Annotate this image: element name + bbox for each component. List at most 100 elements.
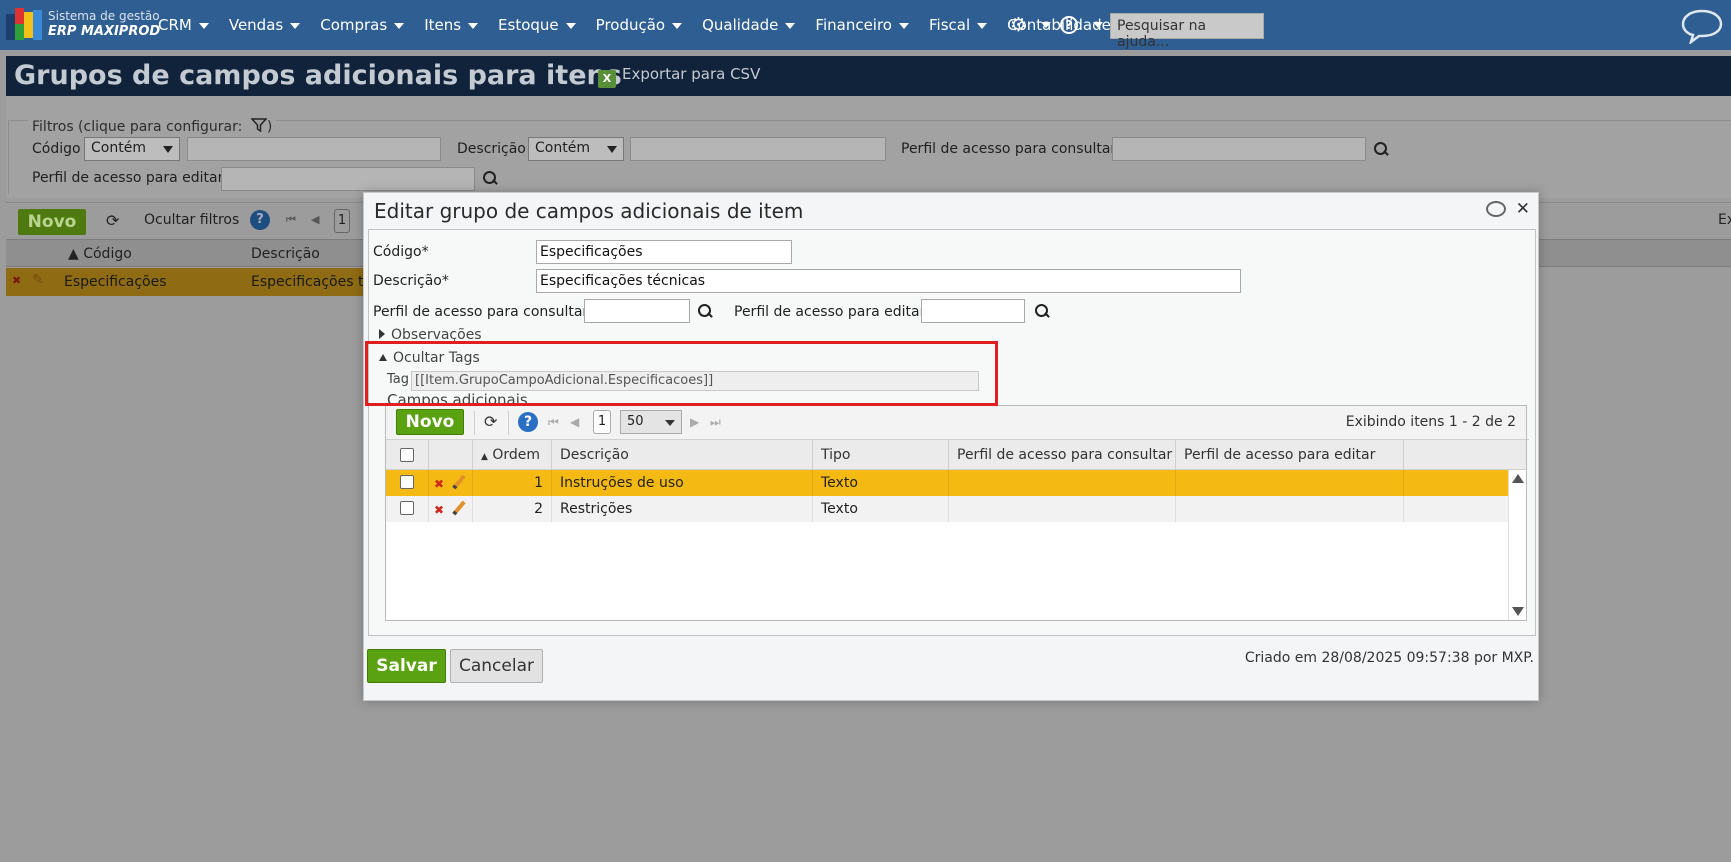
help-search-input[interactable]: Pesquisar na ajuda... [1110,13,1264,50]
menu-qualidade[interactable]: Qualidade [702,16,795,34]
inner-page-number[interactable]: 1 [593,410,611,434]
inner-novo-button[interactable]: Novo [396,409,464,435]
menu-vendas[interactable]: Vendas [229,16,300,34]
filter-icon[interactable] [250,118,268,133]
codigo-input[interactable]: Especificações [536,240,792,264]
chat-icon[interactable] [1680,8,1724,44]
codigo-label: Código* [373,244,429,260]
close-icon[interactable]: ✕ [1516,199,1530,219]
table-row[interactable]: ✖ 2 Restrições Texto [386,496,1508,522]
menu-compras[interactable]: Compras [320,16,404,34]
filters-panel: Filtros (clique para configurar: ) Códig… [6,96,1731,198]
main-row-delete-icon[interactable]: ✖ [12,274,21,287]
refresh-icon[interactable]: ⟳ [106,211,119,230]
first-page-icon[interactable]: ⏮ [286,213,296,227]
logo-line1: Sistema de gestão [48,9,160,23]
menu-itens[interactable]: Itens [424,16,478,34]
descricao-input[interactable]: Especificações técnicas [536,269,1241,293]
scroll-down-icon[interactable] [1512,607,1524,616]
prev-page-icon[interactable]: ◀ [311,213,319,226]
hide-filters-button[interactable]: Ocultar filtros [144,212,239,228]
menu-crm[interactable]: CRM [158,16,209,34]
col-tipo[interactable]: Tipo [813,440,949,470]
help-chevron-down-icon[interactable] [1093,22,1103,28]
filter-perfil-consultar-search-icon[interactable] [1374,142,1388,156]
sort-asc-icon: ▲ [481,452,488,462]
filter-perfil-consultar-label: Perfil de acesso para consultar [901,141,1117,157]
filter-codigo-input[interactable] [187,137,441,161]
delete-icon[interactable]: ✖ [434,471,444,497]
inner-grid-count: Exibindo itens 1 - 2 de 2 [1345,414,1516,430]
gear-icon[interactable]: ⚙ [1010,14,1027,36]
inner-grid-scrollbar[interactable] [1508,470,1526,620]
inner-next-page-icon[interactable]: ▶ [690,415,699,429]
row-checkbox[interactable] [400,475,414,489]
filters-legend-end: ) [266,119,273,135]
inner-last-page-icon[interactable]: ⏭ [710,415,721,430]
menu-fiscal[interactable]: Fiscal [929,16,987,34]
dialog-title: Editar grupo de campos adicionais de ite… [374,199,804,223]
cancel-button[interactable]: Cancelar [450,649,543,683]
filters-legend[interactable]: Filtros (clique para configurar: ) [28,118,277,135]
main-col-codigo[interactable]: ▲ Código [68,246,132,262]
inner-page-size-select[interactable]: 50 [620,410,682,434]
filter-perfil-editar-input[interactable] [221,167,475,191]
main-row-edit-icon[interactable]: ✎ [32,272,44,288]
filter-descricao-input[interactable] [630,137,886,161]
col-perfil-editar[interactable]: Perfil de acesso para editar [1176,440,1404,470]
perfil-editar-search-icon[interactable] [1035,304,1049,318]
logo-line2: ERP MAXIPROD [48,24,161,39]
col-ordem[interactable]: ▲ Ordem [473,440,552,470]
menu-estoque[interactable]: Estoque [498,16,576,34]
scroll-up-icon[interactable] [1512,474,1524,483]
tags-highlight-box [365,341,998,406]
page-header: Grupos de campos adicionais para itens X… [6,56,1731,96]
main-row-descricao: Especificações te [251,274,373,290]
menu-producao[interactable]: Produção [596,16,682,34]
row-descricao: Instruções de uso [552,470,813,496]
perfil-consultar-label: Perfil de acesso para consultar [373,304,589,320]
menu-financeiro[interactable]: Financeiro [815,16,909,34]
select-all-checkbox[interactable] [400,448,414,462]
col-perfil-consultar[interactable]: Perfil de acesso para consultar [949,440,1176,470]
save-button[interactable]: Salvar [367,649,446,683]
filter-descricao-operator-select[interactable]: Contém [528,137,624,161]
edit-pencil-icon[interactable] [452,474,466,490]
main-col-descricao[interactable]: Descrição [251,246,320,262]
filter-perfil-editar-search-icon[interactable] [483,171,497,185]
maxiprod-logo-icon[interactable] [6,8,42,42]
inner-grid-toolbar: Novo ⟳ ? ⏮ ◀ 1 50 ▶ ⏭ Exibindo itens 1 -… [386,406,1526,440]
row-descricao: Restrições [552,496,813,522]
filter-codigo-label: Código [32,141,81,157]
inner-prev-page-icon[interactable]: ◀ [570,415,579,429]
col-descricao[interactable]: Descrição [552,440,813,470]
filter-codigo-operator-select[interactable]: Contém [84,137,180,161]
main-page-number[interactable]: 1 [334,209,350,233]
filter-descricao-label: Descrição [457,141,526,157]
inner-first-page-icon[interactable]: ⏮ [548,415,559,430]
inner-help-icon[interactable]: ? [518,412,538,432]
row-tipo: Texto [813,470,949,496]
row-actions-cell: ✖ [429,470,473,496]
delete-icon[interactable]: ✖ [434,497,444,523]
help-circle-icon[interactable]: ? [250,210,270,230]
excel-icon: X [598,70,616,88]
row-checkbox[interactable] [400,501,414,515]
main-novo-button[interactable]: Novo [18,209,86,235]
main-row-codigo: Especificações [64,274,167,290]
settings-chevron-down-icon[interactable] [1041,22,1051,28]
dialog-body: Código* Especificações Descrição* Especi… [368,229,1536,636]
help-icon[interactable]: ? [1060,16,1078,34]
select-all-header [386,440,429,470]
filter-perfil-consultar-input[interactable] [1112,137,1366,161]
perfil-consultar-search-icon[interactable] [698,304,712,318]
table-row[interactable]: ✖ 1 Instruções de uso Texto [386,470,1508,496]
campos-adicionais-grid: Novo ⟳ ? ⏮ ◀ 1 50 ▶ ⏭ Exibindo itens 1 -… [385,405,1527,621]
export-csv-link[interactable]: X Exportar para CSV [598,65,760,88]
perfil-consultar-input[interactable] [584,299,690,323]
main-grid-row[interactable]: ✖ ✎ Especificações Especificações te [6,268,376,296]
perfil-editar-input[interactable] [921,299,1025,323]
edit-pencil-icon[interactable] [452,500,466,516]
inner-refresh-icon[interactable]: ⟳ [484,412,497,431]
comment-icon[interactable] [1486,201,1506,217]
